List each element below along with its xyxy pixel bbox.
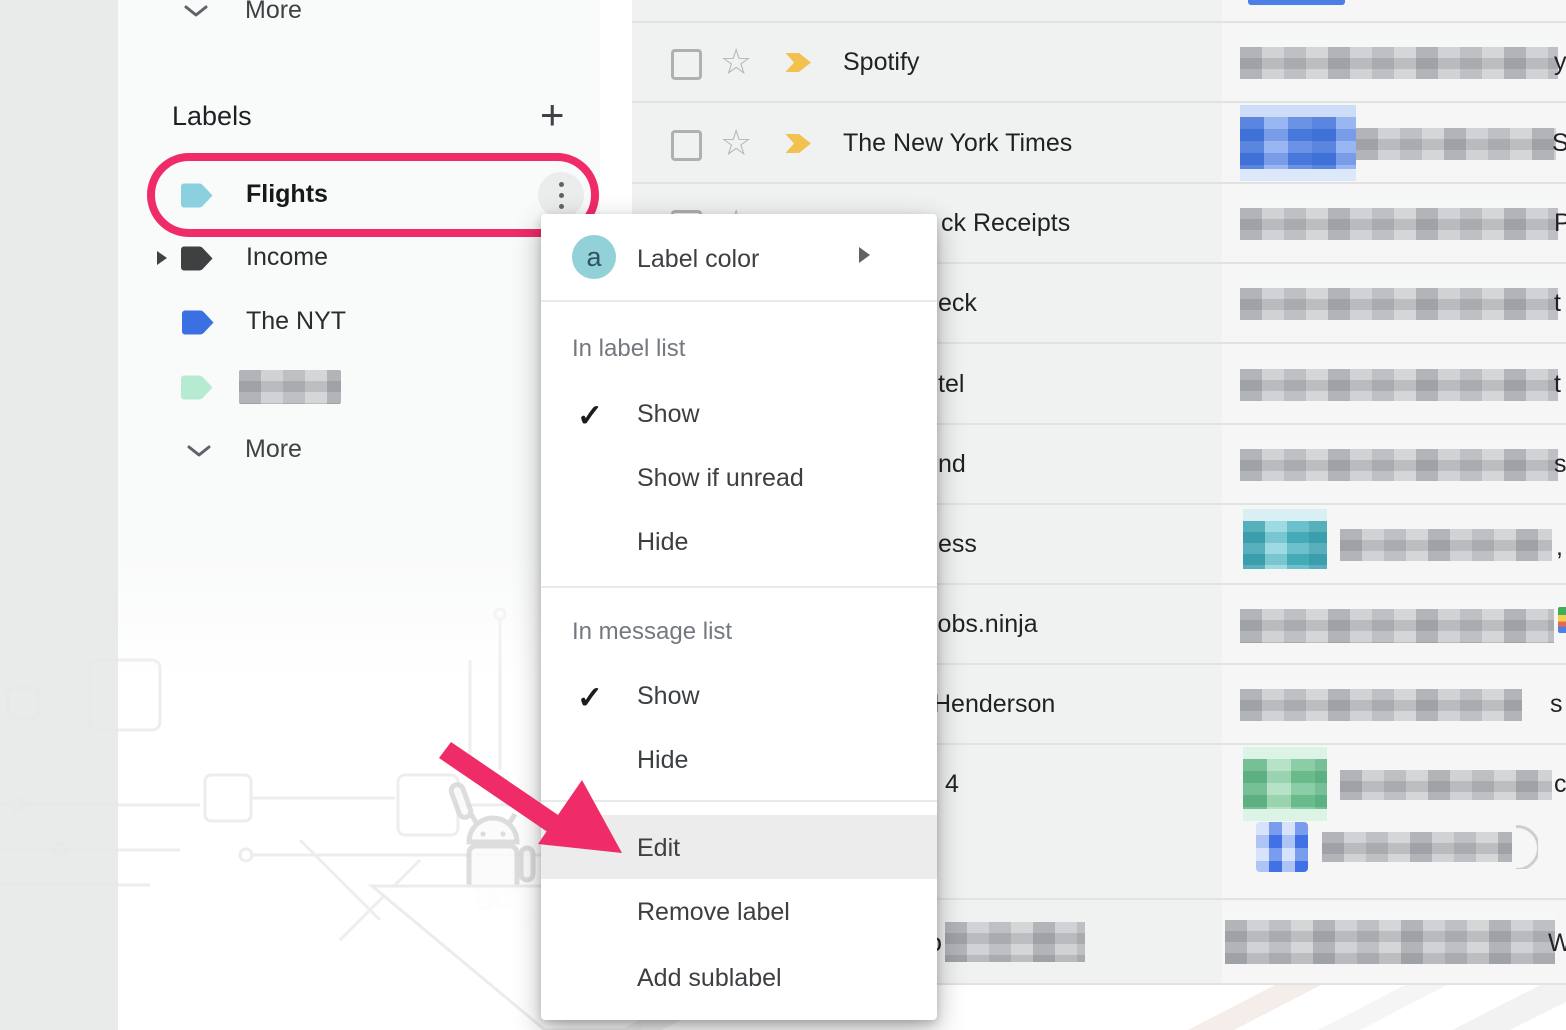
redacted-subject	[1240, 449, 1558, 481]
labels-heading: Labels	[172, 101, 252, 132]
menu-item-show-message-list[interactable]: ✓ Show	[541, 678, 937, 738]
subject-tail: ,	[1556, 533, 1563, 562]
subject-tail: t	[1554, 370, 1561, 399]
check-icon: ✓	[577, 682, 603, 713]
label-tag-icon	[181, 309, 215, 336]
label-context-menu: a Label color In label list ✓ Show Show …	[541, 214, 937, 1020]
subject-tail: S	[1552, 129, 1566, 158]
subject-tail: y	[1554, 48, 1566, 77]
attachment-chip-border	[1516, 825, 1538, 869]
label-tag-icon	[180, 374, 214, 401]
sender-name: tel	[938, 370, 964, 399]
label-options-button[interactable]	[538, 172, 584, 218]
redacted-attachment-name	[1322, 832, 1512, 862]
menu-item-remove-label[interactable]: Remove label	[541, 881, 937, 941]
importance-marker-icon[interactable]	[784, 132, 813, 155]
menu-item-label: Edit	[637, 834, 680, 863]
emoji-icon	[1558, 607, 1566, 633]
menu-item-label-color[interactable]: a Label color	[541, 214, 937, 300]
sidebar-item-more-bottom[interactable]: More	[245, 435, 302, 464]
redacted-subject	[1340, 770, 1552, 800]
menu-item-label: Hide	[637, 528, 688, 557]
redacted-label-name	[239, 370, 341, 404]
redacted-subject-accent	[1243, 521, 1327, 569]
menu-item-label: Label color	[637, 245, 759, 274]
menu-item-label: Show if unread	[637, 464, 804, 493]
email-row[interactable]: ☆ The New York Times S	[632, 101, 1566, 184]
redacted-subject	[1240, 689, 1522, 721]
menu-item-show-label-list[interactable]: ✓ Show	[541, 396, 937, 456]
label-name-income[interactable]: Income	[246, 243, 328, 272]
select-checkbox[interactable]	[671, 49, 702, 80]
submenu-arrow-icon	[859, 247, 870, 263]
importance-marker-icon[interactable]	[784, 51, 813, 74]
label-name-the-nyt[interactable]: The NYT	[246, 307, 346, 336]
redacted-subject	[1240, 208, 1558, 240]
menu-item-hide-message-list[interactable]: Hide	[541, 742, 937, 802]
sender-name: Spotify	[843, 48, 919, 77]
check-icon: ✓	[577, 400, 603, 431]
menu-item-edit[interactable]: Edit	[541, 817, 937, 877]
redacted-subject	[1240, 47, 1558, 79]
sidebar-content: More Labels + Flights Income The NYT Mor…	[0, 0, 632, 700]
label-color-swatch: a	[572, 235, 616, 279]
subject-tail: c	[1554, 770, 1566, 799]
label-name-flights[interactable]: Flights	[246, 180, 328, 209]
sender-name: eck	[938, 289, 977, 318]
sender-name: 4	[945, 770, 959, 799]
select-checkbox[interactable]	[671, 130, 702, 161]
menu-item-label: Show	[637, 682, 700, 711]
subject-tail: t	[1554, 289, 1561, 318]
redacted-subject-accent	[1243, 759, 1327, 809]
menu-divider	[541, 800, 937, 802]
sender-name: ess	[938, 530, 977, 559]
android-robot-watermark	[450, 783, 533, 908]
menu-item-label: Show	[637, 400, 700, 429]
label-tag-icon	[180, 245, 214, 272]
label-tag-icon	[180, 182, 214, 209]
menu-divider	[541, 586, 937, 588]
menu-section-header: In label list	[572, 335, 685, 363]
subject-tail: s	[1550, 690, 1563, 719]
redacted-subject	[1240, 288, 1558, 320]
redacted-subject	[1240, 369, 1558, 401]
expand-arrow-icon[interactable]	[157, 251, 167, 265]
chevron-down-icon	[183, 4, 209, 18]
sidebar-item-more-top[interactable]: More	[245, 0, 302, 25]
redacted-subject	[1356, 128, 1556, 160]
menu-item-label: Add sublabel	[637, 964, 782, 993]
menu-item-label: Hide	[637, 746, 688, 775]
create-label-button[interactable]: +	[540, 94, 565, 136]
attachment-file-icon[interactable]	[1256, 822, 1308, 872]
star-icon[interactable]: ☆	[720, 125, 752, 161]
menu-divider	[541, 300, 937, 302]
subject-tail: W	[1548, 929, 1566, 958]
redacted-toolbar-element	[1248, 0, 1345, 5]
chevron-down-icon	[186, 444, 212, 458]
redacted-subject	[1225, 920, 1555, 964]
sender-name: Henderson	[933, 690, 1055, 719]
menu-section-header: In message list	[572, 618, 732, 646]
sender-name: ck Receipts	[941, 209, 1070, 238]
redacted-subject-accent	[1240, 117, 1356, 169]
subject-tail: s	[1554, 450, 1566, 479]
redacted-subject	[1240, 609, 1554, 643]
menu-item-add-sublabel[interactable]: Add sublabel	[541, 947, 937, 1007]
menu-item-label: Remove label	[637, 898, 790, 927]
sender-name: The New York Times	[843, 129, 1072, 158]
sender-name: nd	[938, 450, 966, 479]
star-icon[interactable]: ☆	[720, 44, 752, 80]
redacted-sender	[945, 922, 1085, 962]
email-row[interactable]: ☆ Spotify y	[632, 21, 1566, 103]
subject-tail: P	[1554, 209, 1566, 238]
sender-name: jobs.ninja	[932, 610, 1038, 639]
redacted-subject	[1340, 529, 1552, 561]
menu-item-hide-label-list[interactable]: Hide	[541, 524, 937, 584]
menu-item-show-if-unread[interactable]: Show if unread	[541, 460, 937, 520]
